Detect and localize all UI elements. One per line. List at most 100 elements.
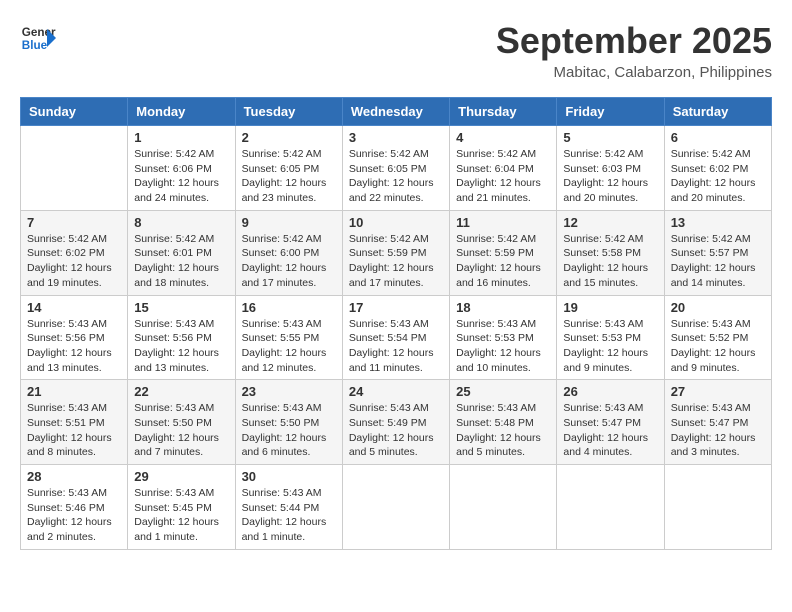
calendar-cell: 2 Sunrise: 5:42 AM Sunset: 6:05 PM Daylig… <box>235 126 342 211</box>
day-info: Sunrise: 5:43 AM Sunset: 5:55 PM Dayligh… <box>242 317 336 376</box>
calendar-cell: 29 Sunrise: 5:43 AM Sunset: 5:45 PM Dayli… <box>128 465 235 550</box>
day-info: Sunrise: 5:43 AM Sunset: 5:50 PM Dayligh… <box>242 401 336 460</box>
logo-icon: General Blue <box>20 20 56 56</box>
calendar-week-2: 7 Sunrise: 5:42 AM Sunset: 6:02 PM Daylig… <box>21 210 772 295</box>
day-info: Sunrise: 5:42 AM Sunset: 5:59 PM Dayligh… <box>349 232 443 291</box>
day-info: Sunrise: 5:42 AM Sunset: 6:05 PM Dayligh… <box>242 147 336 206</box>
day-number: 13 <box>671 215 765 230</box>
day-number: 21 <box>27 384 121 399</box>
day-number: 10 <box>349 215 443 230</box>
day-info: Sunrise: 5:42 AM Sunset: 5:59 PM Dayligh… <box>456 232 550 291</box>
day-number: 19 <box>563 300 657 315</box>
calendar-header-row: SundayMondayTuesdayWednesdayThursdayFrid… <box>21 98 772 126</box>
day-info: Sunrise: 5:43 AM Sunset: 5:47 PM Dayligh… <box>671 401 765 460</box>
calendar-week-1: 1 Sunrise: 5:42 AM Sunset: 6:06 PM Daylig… <box>21 126 772 211</box>
column-header-saturday: Saturday <box>664 98 771 126</box>
day-info: Sunrise: 5:43 AM Sunset: 5:53 PM Dayligh… <box>456 317 550 376</box>
day-number: 9 <box>242 215 336 230</box>
calendar-cell <box>664 465 771 550</box>
column-header-wednesday: Wednesday <box>342 98 449 126</box>
day-info: Sunrise: 5:42 AM Sunset: 6:00 PM Dayligh… <box>242 232 336 291</box>
day-info: Sunrise: 5:43 AM Sunset: 5:53 PM Dayligh… <box>563 317 657 376</box>
calendar-cell: 27 Sunrise: 5:43 AM Sunset: 5:47 PM Dayli… <box>664 380 771 465</box>
day-info: Sunrise: 5:43 AM Sunset: 5:56 PM Dayligh… <box>27 317 121 376</box>
day-number: 29 <box>134 469 228 484</box>
day-info: Sunrise: 5:43 AM Sunset: 5:45 PM Dayligh… <box>134 486 228 545</box>
day-number: 6 <box>671 130 765 145</box>
calendar-cell: 14 Sunrise: 5:43 AM Sunset: 5:56 PM Dayli… <box>21 295 128 380</box>
calendar-cell: 24Sunrise: 5:43 AM Sunset: 5:49 PM Dayli… <box>342 380 449 465</box>
calendar-week-5: 28 Sunrise: 5:43 AM Sunset: 5:46 PM Dayli… <box>21 465 772 550</box>
calendar-cell: 17 Sunrise: 5:43 AM Sunset: 5:54 PM Dayli… <box>342 295 449 380</box>
day-info: Sunrise: 5:43 AM Sunset: 5:47 PM Dayligh… <box>563 401 657 460</box>
day-info: Sunrise: 5:42 AM Sunset: 6:01 PM Dayligh… <box>134 232 228 291</box>
day-info: Sunrise: 5:42 AM Sunset: 6:02 PM Dayligh… <box>27 232 121 291</box>
calendar-cell: 23 Sunrise: 5:43 AM Sunset: 5:50 PM Dayli… <box>235 380 342 465</box>
day-number: 27 <box>671 384 765 399</box>
day-number: 15 <box>134 300 228 315</box>
column-header-tuesday: Tuesday <box>235 98 342 126</box>
calendar-cell <box>342 465 449 550</box>
day-info: Sunrise: 5:42 AM Sunset: 5:57 PM Dayligh… <box>671 232 765 291</box>
day-info: Sunrise: 5:42 AM Sunset: 6:02 PM Dayligh… <box>671 147 765 206</box>
day-number: 4 <box>456 130 550 145</box>
day-info: Sunrise: 5:43 AM Sunset: 5:46 PM Dayligh… <box>27 486 121 545</box>
day-info: Sunrise: 5:42 AM Sunset: 6:05 PM Dayligh… <box>349 147 443 206</box>
day-number: 22 <box>134 384 228 399</box>
svg-text:Blue: Blue <box>22 39 48 52</box>
calendar-cell: 1 Sunrise: 5:42 AM Sunset: 6:06 PM Daylig… <box>128 126 235 211</box>
day-info: Sunrise: 5:43 AM Sunset: 5:49 PM Dayligh… <box>349 401 443 460</box>
calendar-cell: 9 Sunrise: 5:42 AM Sunset: 6:00 PM Daylig… <box>235 210 342 295</box>
calendar-cell: 20 Sunrise: 5:43 AM Sunset: 5:52 PM Dayli… <box>664 295 771 380</box>
calendar-week-3: 14 Sunrise: 5:43 AM Sunset: 5:56 PM Dayli… <box>21 295 772 380</box>
calendar-cell: 16 Sunrise: 5:43 AM Sunset: 5:55 PM Dayli… <box>235 295 342 380</box>
day-number: 28 <box>27 469 121 484</box>
logo: General Blue <box>20 20 56 56</box>
day-number: 17 <box>349 300 443 315</box>
calendar-cell: 21 Sunrise: 5:43 AM Sunset: 5:51 PM Dayli… <box>21 380 128 465</box>
calendar-cell: 3Sunrise: 5:42 AM Sunset: 6:05 PM Daylig… <box>342 126 449 211</box>
column-header-monday: Monday <box>128 98 235 126</box>
day-number: 16 <box>242 300 336 315</box>
day-number: 1 <box>134 130 228 145</box>
day-info: Sunrise: 5:43 AM Sunset: 5:54 PM Dayligh… <box>349 317 443 376</box>
day-number: 23 <box>242 384 336 399</box>
day-info: Sunrise: 5:43 AM Sunset: 5:52 PM Dayligh… <box>671 317 765 376</box>
day-number: 2 <box>242 130 336 145</box>
location-title: Mabitac, Calabarzon, Philippines <box>496 64 772 81</box>
day-info: Sunrise: 5:42 AM Sunset: 6:03 PM Dayligh… <box>563 147 657 206</box>
calendar-cell <box>21 126 128 211</box>
day-number: 30 <box>242 469 336 484</box>
calendar-cell: 22Sunrise: 5:43 AM Sunset: 5:50 PM Dayli… <box>128 380 235 465</box>
day-number: 7 <box>27 215 121 230</box>
calendar-week-4: 21 Sunrise: 5:43 AM Sunset: 5:51 PM Dayli… <box>21 380 772 465</box>
day-info: Sunrise: 5:43 AM Sunset: 5:44 PM Dayligh… <box>242 486 336 545</box>
calendar-cell: 4 Sunrise: 5:42 AM Sunset: 6:04 PM Daylig… <box>450 126 557 211</box>
calendar-table: SundayMondayTuesdayWednesdayThursdayFrid… <box>20 97 772 550</box>
calendar-cell: 15Sunrise: 5:43 AM Sunset: 5:56 PM Dayli… <box>128 295 235 380</box>
day-info: Sunrise: 5:42 AM Sunset: 6:04 PM Dayligh… <box>456 147 550 206</box>
day-info: Sunrise: 5:42 AM Sunset: 6:06 PM Dayligh… <box>134 147 228 206</box>
month-title: September 2025 <box>496 20 772 62</box>
calendar-cell: 13 Sunrise: 5:42 AM Sunset: 5:57 PM Dayli… <box>664 210 771 295</box>
day-number: 26 <box>563 384 657 399</box>
calendar-cell: 10 Sunrise: 5:42 AM Sunset: 5:59 PM Dayli… <box>342 210 449 295</box>
calendar-cell: 8Sunrise: 5:42 AM Sunset: 6:01 PM Daylig… <box>128 210 235 295</box>
calendar-cell: 7 Sunrise: 5:42 AM Sunset: 6:02 PM Daylig… <box>21 210 128 295</box>
calendar-cell: 28 Sunrise: 5:43 AM Sunset: 5:46 PM Dayli… <box>21 465 128 550</box>
day-number: 12 <box>563 215 657 230</box>
calendar-cell: 6 Sunrise: 5:42 AM Sunset: 6:02 PM Daylig… <box>664 126 771 211</box>
day-info: Sunrise: 5:43 AM Sunset: 5:51 PM Dayligh… <box>27 401 121 460</box>
calendar-cell <box>450 465 557 550</box>
day-number: 18 <box>456 300 550 315</box>
calendar-cell: 18 Sunrise: 5:43 AM Sunset: 5:53 PM Dayli… <box>450 295 557 380</box>
calendar-cell: 12Sunrise: 5:42 AM Sunset: 5:58 PM Dayli… <box>557 210 664 295</box>
calendar-cell: 5 Sunrise: 5:42 AM Sunset: 6:03 PM Daylig… <box>557 126 664 211</box>
calendar-cell: 25Sunrise: 5:43 AM Sunset: 5:48 PM Dayli… <box>450 380 557 465</box>
day-number: 14 <box>27 300 121 315</box>
day-number: 11 <box>456 215 550 230</box>
day-info: Sunrise: 5:43 AM Sunset: 5:48 PM Dayligh… <box>456 401 550 460</box>
day-number: 20 <box>671 300 765 315</box>
calendar-cell: 19 Sunrise: 5:43 AM Sunset: 5:53 PM Dayli… <box>557 295 664 380</box>
day-number: 5 <box>563 130 657 145</box>
